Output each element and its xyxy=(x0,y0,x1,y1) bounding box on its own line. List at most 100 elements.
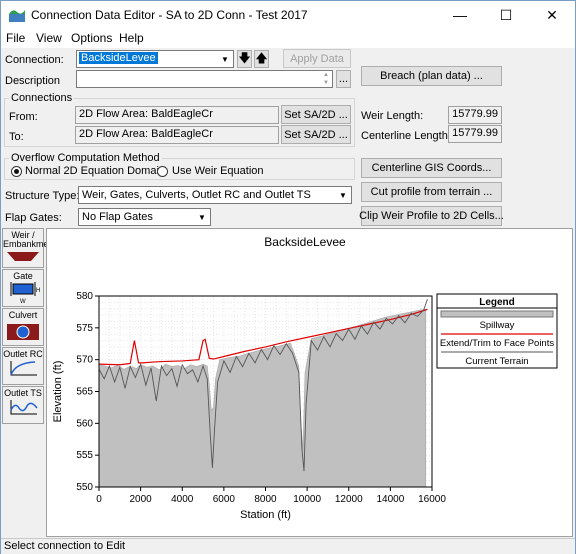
window-title: Connection Data Editor - SA to 2D Conn -… xyxy=(31,8,308,22)
description-spinner[interactable]: ▲ ▼ xyxy=(320,71,332,87)
centerline-gis-button[interactable]: Centerline GIS Coords... xyxy=(361,158,502,178)
x-tick-label: 12000 xyxy=(335,494,363,505)
weir-embankment-tool[interactable]: Weir / Embankment xyxy=(2,228,57,268)
from-field: 2D Flow Area: BaldEagleCr xyxy=(75,106,279,124)
minimize-button[interactable]: — xyxy=(437,1,483,29)
y-tick-label: 565 xyxy=(76,387,93,398)
gate-icon: H W xyxy=(10,282,40,305)
normal-2d-label: Normal 2D Equation Domain xyxy=(25,165,166,177)
connection-data-editor-window: Connection Data Editor - SA to 2D Conn -… xyxy=(0,0,576,554)
x-tick-label: 2000 xyxy=(130,494,153,505)
y-tick-label: 575 xyxy=(76,323,93,334)
flap-gates-value: No Flap Gates xyxy=(82,211,153,223)
menu-help[interactable]: Help xyxy=(119,31,144,45)
connections-group-title: Connections xyxy=(9,92,75,104)
move-down-button[interactable]: 🡇 xyxy=(237,50,252,68)
centerline-length-value: 15779.99 xyxy=(448,125,502,143)
breach-plan-data-button[interactable]: Breach (plan data) ... xyxy=(361,66,502,86)
outlet-rc-curve-icon xyxy=(10,361,37,376)
weir-embankment-icon xyxy=(7,252,39,261)
y-tick-label: 555 xyxy=(76,450,93,461)
maximize-button[interactable]: ☐ xyxy=(483,1,529,29)
y-axis-label: Elevation (ft) xyxy=(52,361,64,423)
outlet-ts-tool-label: Outlet TS xyxy=(4,388,42,398)
y-tick-label: 570 xyxy=(76,355,93,366)
close-button[interactable]: ✕ xyxy=(529,1,575,29)
profile-plot-panel[interactable]: BacksideLevee 0 2000 4000 6000 8000 10000 1200… xyxy=(46,228,573,537)
legend-swatch-spillway xyxy=(440,310,554,318)
outlet-ts-curve-icon xyxy=(10,400,38,415)
chevron-down-icon: ▼ xyxy=(221,54,229,64)
x-tick-label: 0 xyxy=(96,494,102,505)
connection-dropdown[interactable]: BacksideLevee ▼ xyxy=(76,50,234,68)
x-tick-label: 14000 xyxy=(376,494,404,505)
y-tick-label: 550 xyxy=(76,482,93,493)
structure-type-value: Weir, Gates, Culverts, Outlet RC and Out… xyxy=(82,189,311,201)
title-bar[interactable]: Connection Data Editor - SA to 2D Conn -… xyxy=(1,1,575,29)
weir-length-label: Weir Length: xyxy=(361,110,424,122)
cut-profile-button[interactable]: Cut profile from terrain ... xyxy=(361,182,502,202)
outlet-rc-tool[interactable]: Outlet RC xyxy=(2,347,44,385)
normal-2d-radio[interactable] xyxy=(11,166,22,177)
weir-tool-label: Weir / Embankment xyxy=(3,230,57,249)
centerline-length-label: Centerline Length: xyxy=(361,130,451,142)
connection-label: Connection: xyxy=(5,54,64,66)
legend-label-spillway: Spillway xyxy=(480,320,515,331)
chart-title: BacksideLevee xyxy=(264,235,346,249)
x-tick-label: 6000 xyxy=(213,494,236,505)
set-to-button[interactable]: Set SA/2D ... xyxy=(281,125,351,144)
x-tick-label: 4000 xyxy=(171,494,194,505)
move-up-button[interactable]: 🡅 xyxy=(254,50,269,68)
gate-tool-label: Gate xyxy=(13,271,33,281)
svg-text:W: W xyxy=(20,299,26,305)
weir-length-value: 15779.99 xyxy=(448,106,502,124)
menu-view[interactable]: View xyxy=(36,31,62,45)
outlet-ts-tool[interactable]: Outlet TS xyxy=(2,386,44,424)
profile-plot[interactable]: BacksideLevee 0 2000 4000 6000 8000 10000 1200… xyxy=(47,229,572,536)
menu-file[interactable]: File xyxy=(6,31,25,45)
connection-value: BacksideLevee xyxy=(79,52,158,64)
to-field: 2D Flow Area: BaldEagleCr xyxy=(75,126,279,144)
clip-weir-profile-button[interactable]: Clip Weir Profile to 2D Cells... xyxy=(359,206,504,226)
overflow-method-title: Overflow Computation Method xyxy=(9,152,162,164)
structure-type-dropdown[interactable]: Weir, Gates, Culverts, Outlet RC and Out… xyxy=(78,186,352,204)
culvert-icon xyxy=(7,324,39,340)
status-text: Select connection to Edit xyxy=(4,540,126,552)
chevron-down-icon: ▼ xyxy=(198,212,206,222)
gate-tool[interactable]: Gate H W xyxy=(2,269,44,307)
y-tick-label: 580 xyxy=(76,291,93,302)
x-tick-label: 10000 xyxy=(293,494,321,505)
x-tick-label: 16000 xyxy=(418,494,446,505)
apply-data-button[interactable]: Apply Data xyxy=(283,49,351,68)
weir-equation-radio[interactable] xyxy=(157,166,168,177)
weir-equation-label: Use Weir Equation xyxy=(172,165,264,177)
outlet-rc-tool-label: Outlet RC xyxy=(3,349,43,359)
arrow-up-icon: 🡅 xyxy=(255,50,268,65)
set-from-button[interactable]: Set SA/2D ... xyxy=(281,105,351,124)
culvert-tool-label: Culvert xyxy=(8,310,38,320)
culvert-tool[interactable]: Culvert xyxy=(2,308,44,346)
svg-text:H: H xyxy=(36,288,40,294)
from-label: From: xyxy=(9,111,38,123)
description-more-button[interactable]: ... xyxy=(336,70,351,88)
x-tick-label: 8000 xyxy=(254,494,277,505)
menu-bar: File View Options Help xyxy=(1,29,575,48)
chevron-down-icon: ▼ xyxy=(339,190,347,200)
plot-series xyxy=(98,299,428,488)
chart-legend: Legend Spillway Extend/Trim to Face Points… xyxy=(436,293,558,369)
flap-gates-label: Flap Gates: xyxy=(5,212,62,224)
status-bar: Select connection to Edit xyxy=(1,538,575,554)
y-tick-label: 560 xyxy=(76,418,93,429)
description-input[interactable] xyxy=(76,70,333,88)
legend-title: Legend xyxy=(479,297,515,308)
structure-type-label: Structure Type: xyxy=(5,190,80,202)
legend-label-terrain: Current Terrain xyxy=(465,356,528,367)
flap-gates-dropdown[interactable]: No Flap Gates ▼ xyxy=(78,208,211,226)
spillway-area xyxy=(98,309,427,488)
menu-options[interactable]: Options xyxy=(71,31,112,45)
arrow-down-icon: 🡇 xyxy=(238,50,251,65)
app-icon xyxy=(9,10,25,22)
x-axis-label: Station (ft) xyxy=(240,509,291,521)
to-label: To: xyxy=(9,131,24,143)
legend-label-extend-trim: Extend/Trim to Face Points xyxy=(440,338,554,349)
